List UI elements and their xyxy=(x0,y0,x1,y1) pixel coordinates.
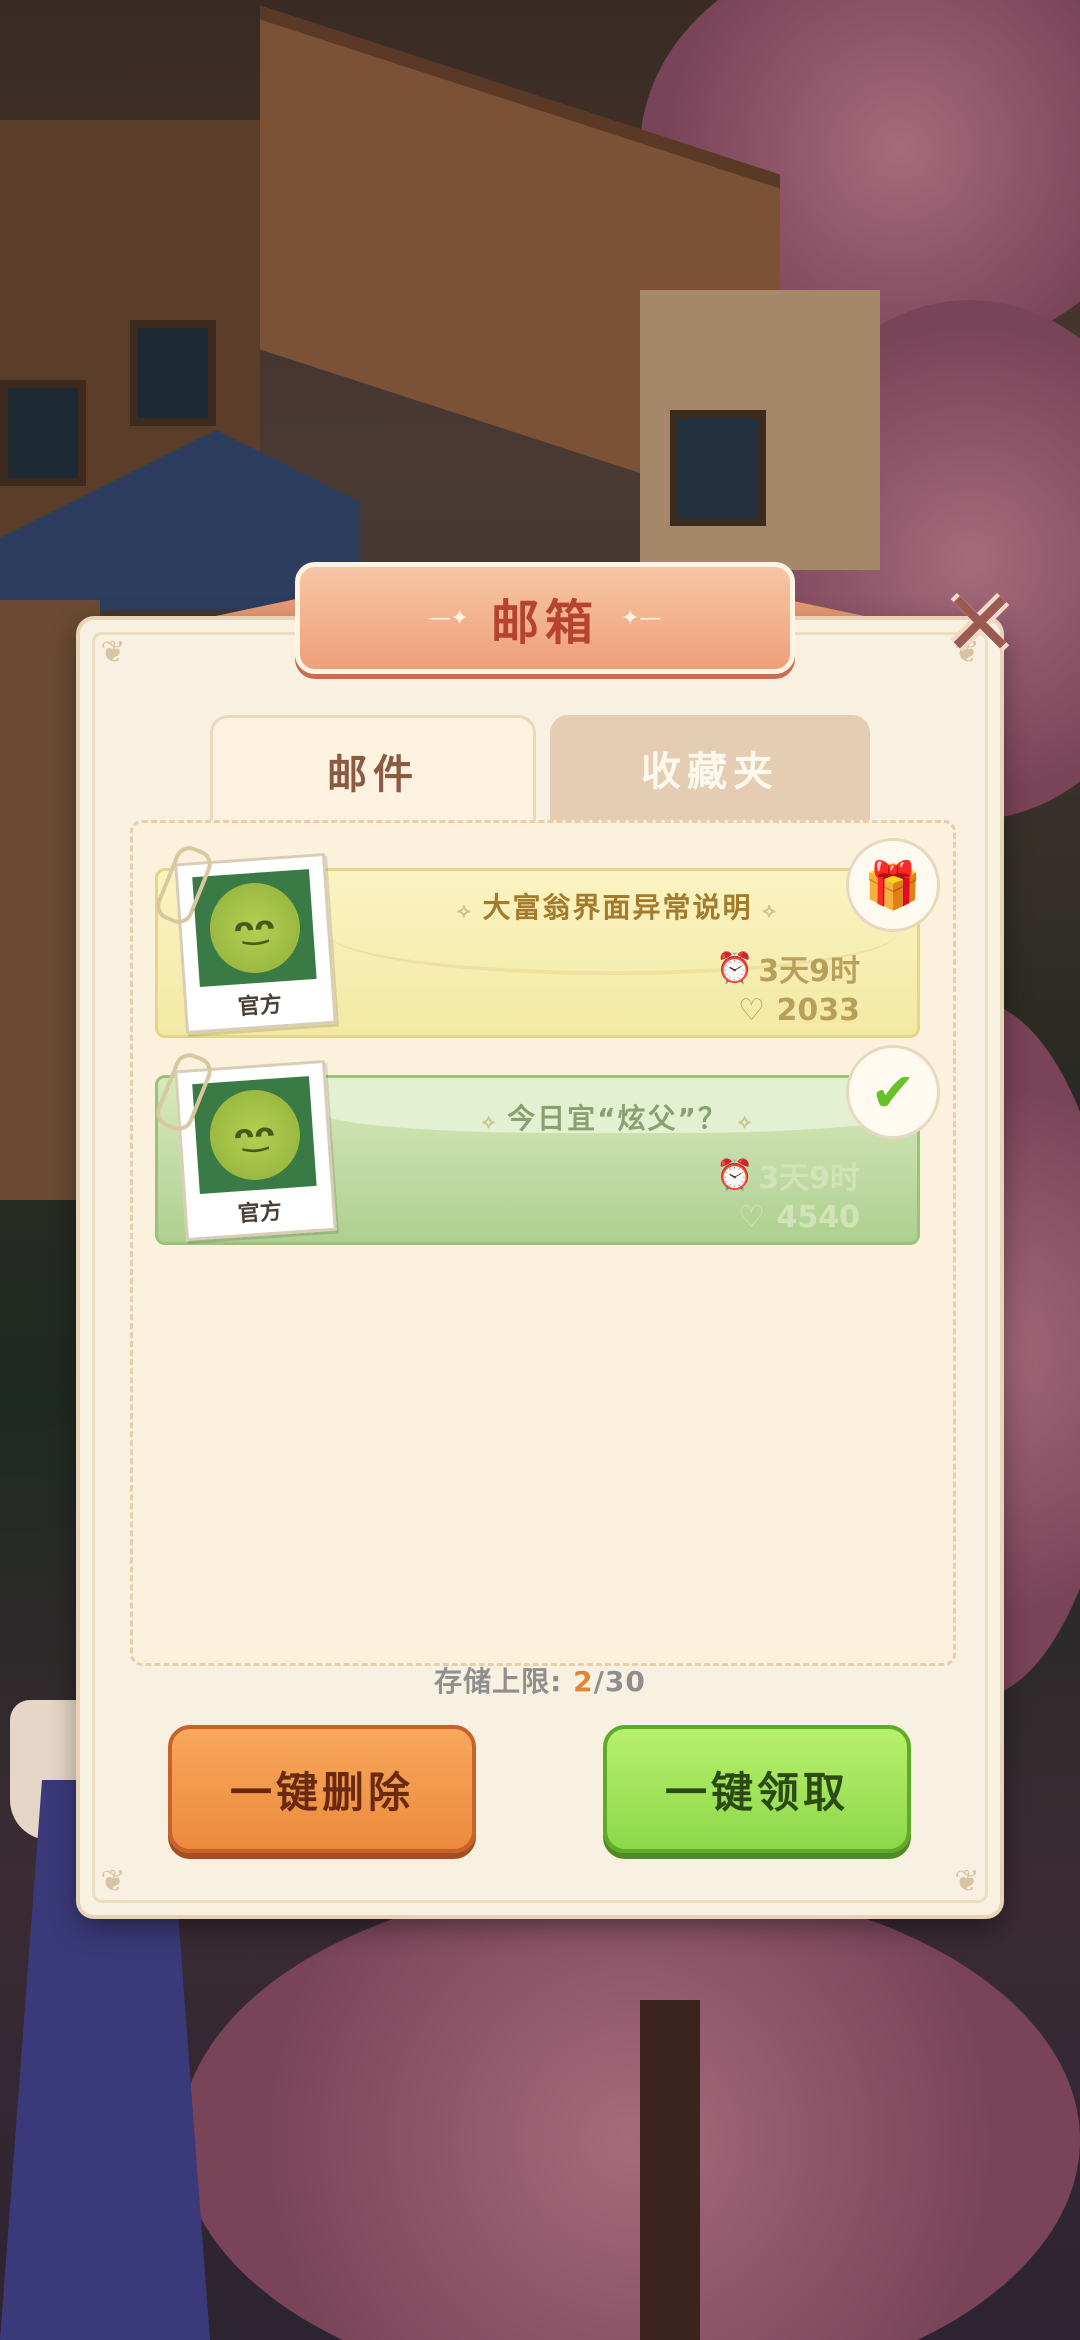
mail-title: 今日宜“炫父”？ xyxy=(507,1102,728,1135)
corner-ornament: ❦ xyxy=(100,635,126,670)
delete-all-button[interactable]: 一键删除 xyxy=(168,1725,476,1853)
storage-limit: 存储上限: 2/30 xyxy=(0,1660,1080,1700)
time-left: ⏰ 3天9时 xyxy=(716,946,860,990)
tab-mail[interactable]: 邮件 xyxy=(210,715,536,823)
heart-icon: ♡ xyxy=(738,993,765,1028)
page-title: 邮箱 xyxy=(490,595,599,651)
time-left: ⏰ 3天9时 xyxy=(716,1153,860,1197)
storage-label: 存储上限: xyxy=(434,1665,574,1698)
time-left-value: 3天9时 xyxy=(758,1161,860,1196)
like-count-value: 2033 xyxy=(776,993,861,1028)
ornament-icon: ⟡ xyxy=(457,898,473,922)
corner-ornament: ❦ xyxy=(954,1864,980,1899)
title-banner: —✦ 邮箱 ✦— xyxy=(295,562,795,674)
close-button[interactable]: ✕ xyxy=(940,572,1020,677)
storage-current: 2 xyxy=(573,1665,594,1698)
like-count: ♡ 2033 xyxy=(735,993,861,1028)
ornament-icon: ⟡ xyxy=(737,1109,754,1133)
like-count: ♡ 4540 xyxy=(735,1200,861,1235)
heart-icon: ♡ xyxy=(738,1200,765,1235)
ornament-icon: ⟡ xyxy=(481,1109,498,1133)
clock-icon: ⏰ xyxy=(716,1157,754,1193)
gift-icon: 🎁 xyxy=(864,857,922,912)
storage-max: 30 xyxy=(604,1665,646,1698)
official-seal-icon: ᴖ͜ᴖ xyxy=(206,1087,303,1184)
mail-title: 大富翁界面异常说明 xyxy=(482,891,753,924)
close-icon: ✕ xyxy=(942,572,1018,677)
check-icon: ✔ xyxy=(870,1060,916,1124)
time-left-value: 3天9时 xyxy=(758,954,860,989)
official-seal-icon: ᴖ͜ᴖ xyxy=(206,880,303,977)
claimed-badge: ✔ xyxy=(846,1045,940,1139)
corner-ornament: ❦ xyxy=(100,1864,126,1899)
tab-favorites[interactable]: 收藏夹 xyxy=(550,715,870,820)
sender-label: 官方 xyxy=(237,992,283,1021)
gift-badge[interactable]: 🎁 xyxy=(846,838,940,932)
like-count-value: 4540 xyxy=(776,1200,861,1235)
sender-label: 官方 xyxy=(237,1199,283,1228)
storage-separator: / xyxy=(593,1665,605,1698)
ornament-icon: ⟡ xyxy=(762,898,778,922)
clock-icon: ⏰ xyxy=(716,950,754,986)
mail-item[interactable]: ᴖ͜ᴖ 官方 ⟡ 今日宜“炫父”？ ⟡ ⏰ 3天9时 ♡ 4540 ✔ xyxy=(151,1045,940,1245)
mail-item[interactable]: ᴖ͜ᴖ 官方 ⟡ 大富翁界面异常说明 ⟡ ⏰ 3天9时 ♡ 2033 🎁 xyxy=(151,838,940,1038)
sparkle-icon: —✦ xyxy=(428,605,469,631)
sparkle-icon: ✦— xyxy=(621,605,662,631)
claim-all-button[interactable]: 一键领取 xyxy=(603,1725,911,1853)
